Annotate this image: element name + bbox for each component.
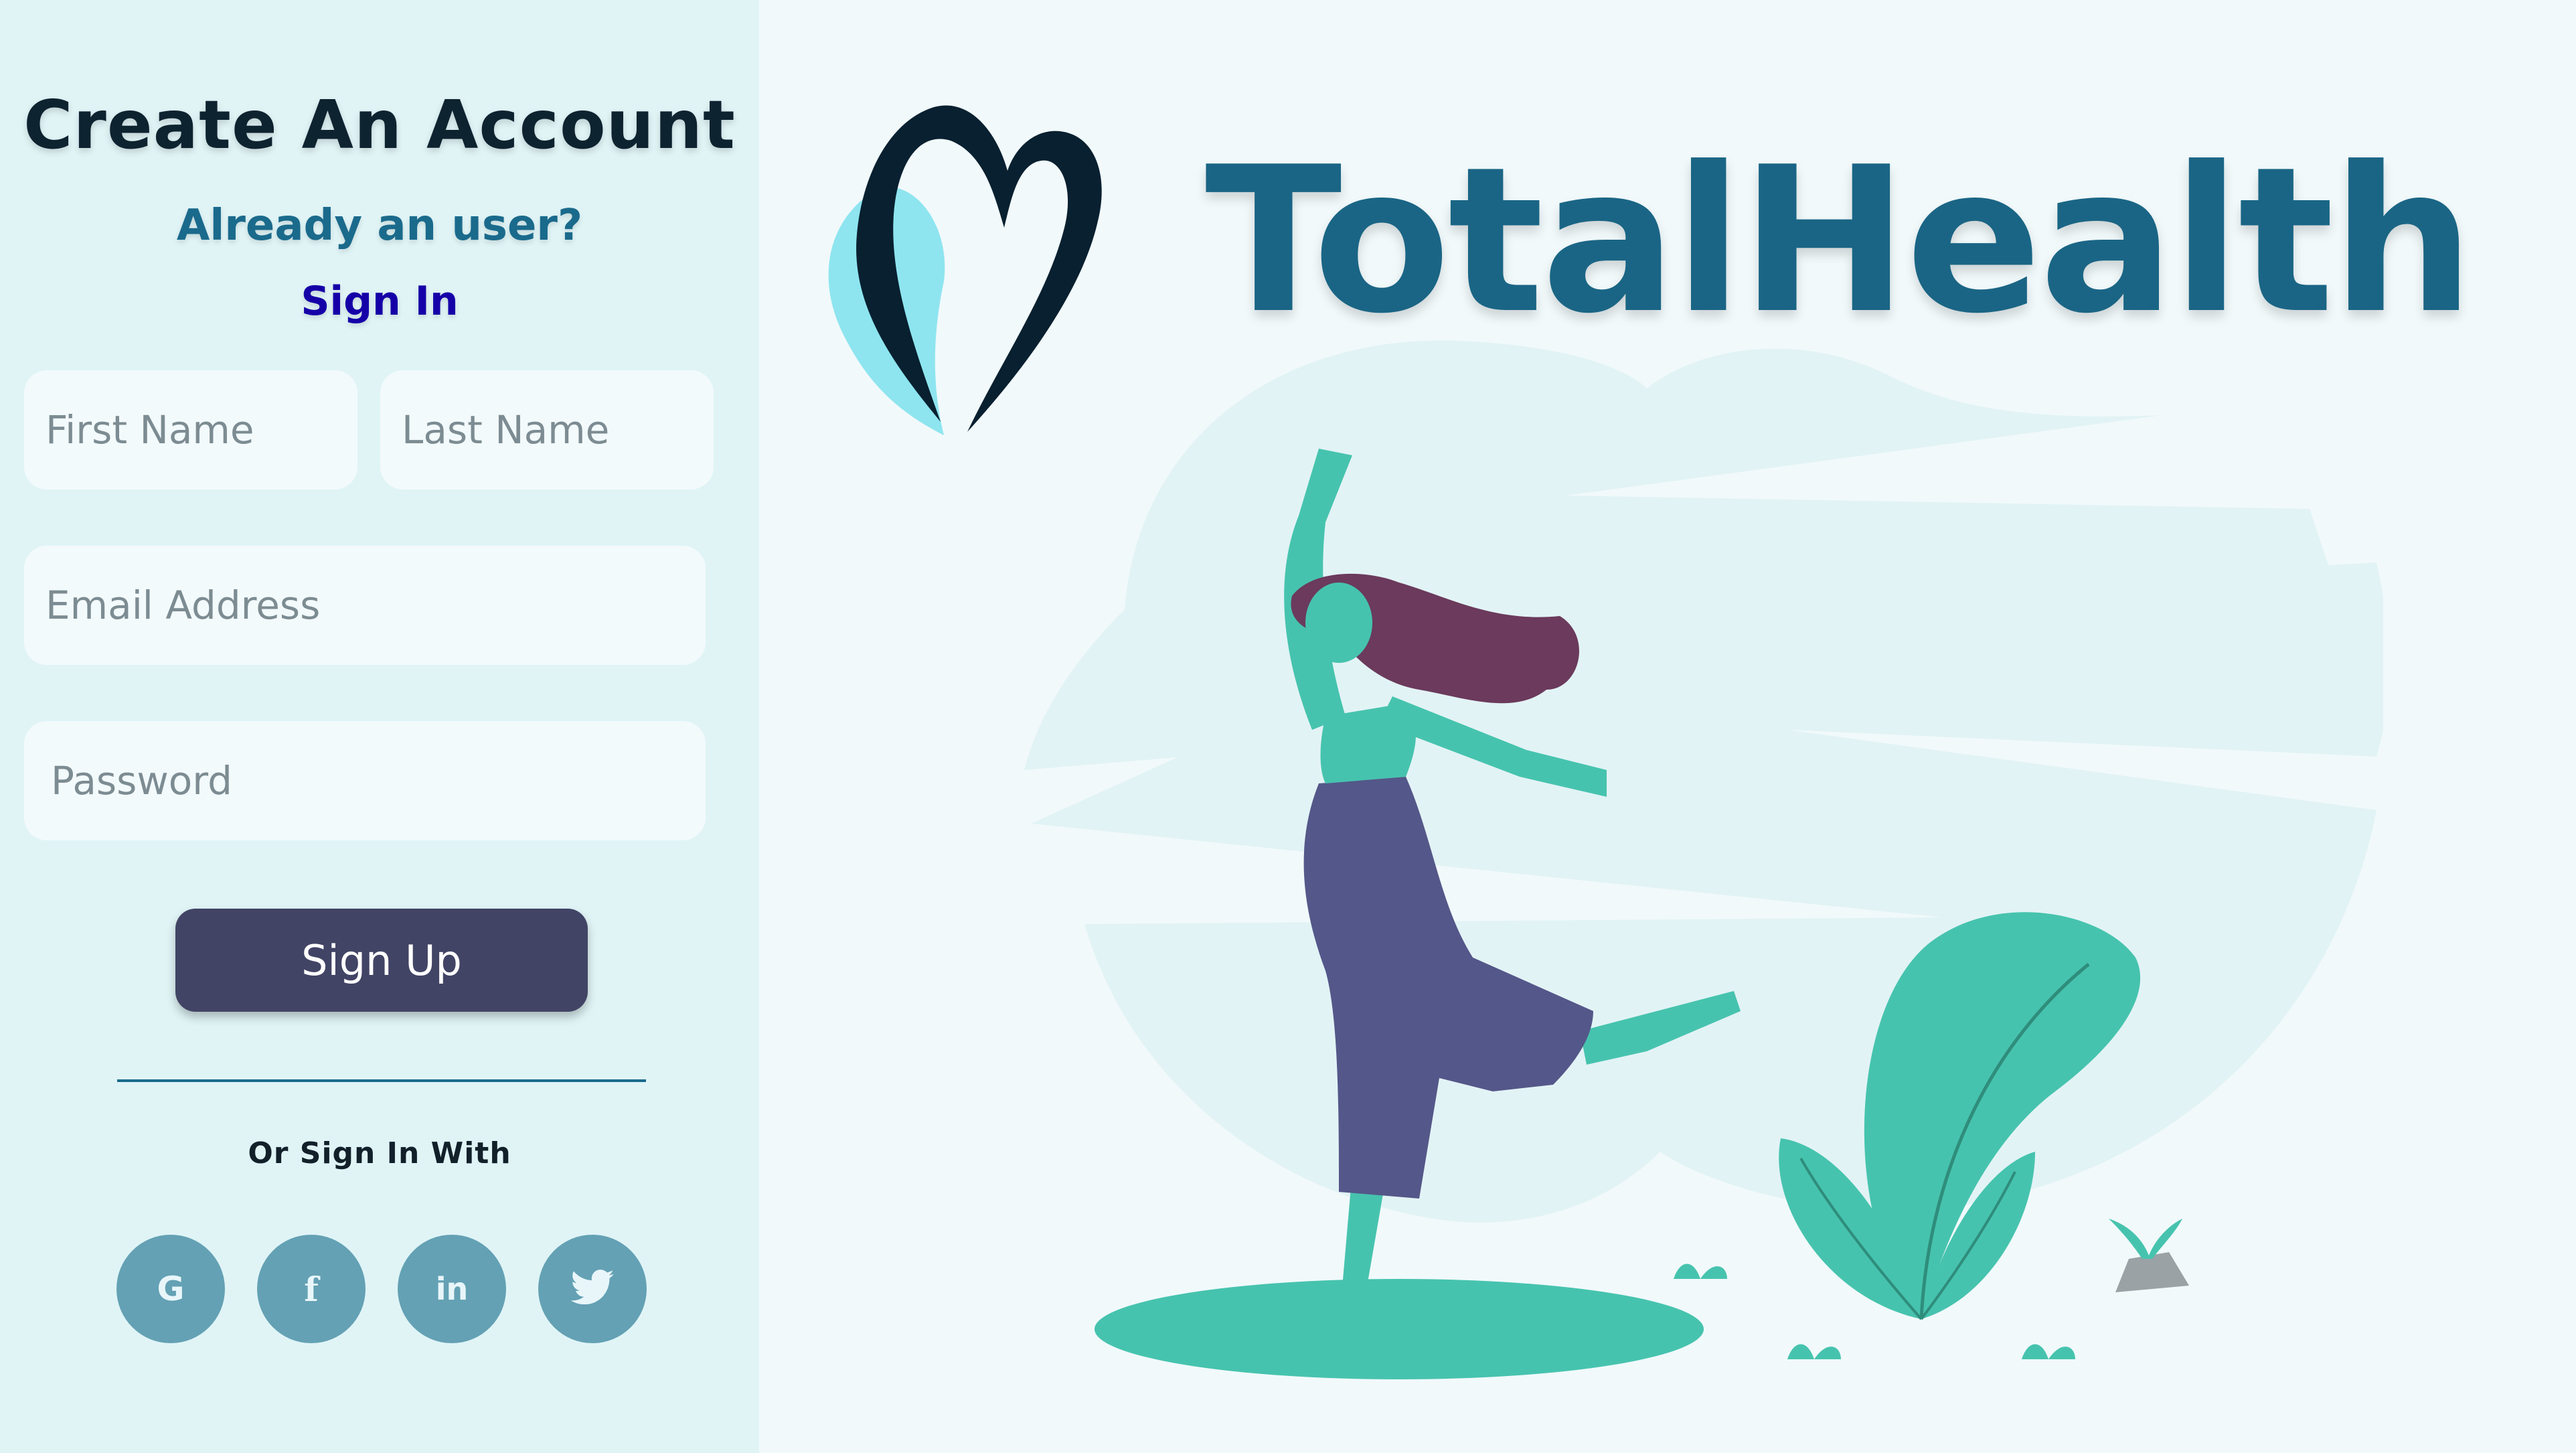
password-input[interactable] [50, 757, 686, 804]
password-field[interactable] [24, 721, 706, 840]
brand-name: TotalHealth [1205, 124, 2474, 358]
google-icon: G [157, 1270, 185, 1308]
already-user-text: Already an user? [176, 201, 583, 250]
google-signin-button[interactable]: G [116, 1235, 225, 1343]
first-name-field[interactable] [24, 370, 357, 489]
or-sign-in-with-label: Or Sign In With [248, 1136, 511, 1170]
last-name-input[interactable] [400, 406, 694, 453]
first-name-input[interactable] [44, 406, 337, 453]
sign-up-button[interactable]: Sign Up [175, 909, 588, 1012]
linkedin-signin-button[interactable]: in [398, 1235, 506, 1343]
email-input[interactable] [44, 582, 686, 629]
sign-in-link[interactable]: Sign In [0, 278, 759, 325]
page-title: Create An Account [23, 86, 736, 164]
dancing-woman-illustration [1024, 340, 2383, 1379]
last-name-field[interactable] [380, 370, 714, 489]
twitter-signin-button[interactable] [538, 1235, 647, 1343]
divider [117, 1079, 646, 1082]
facebook-signin-button[interactable]: f [257, 1235, 366, 1343]
twitter-icon [570, 1270, 615, 1305]
signup-panel: Create An Account Already an user? Sign … [0, 0, 759, 1453]
linkedin-icon: in [435, 1271, 469, 1307]
email-field[interactable] [24, 546, 706, 665]
facebook-icon: f [304, 1269, 319, 1309]
